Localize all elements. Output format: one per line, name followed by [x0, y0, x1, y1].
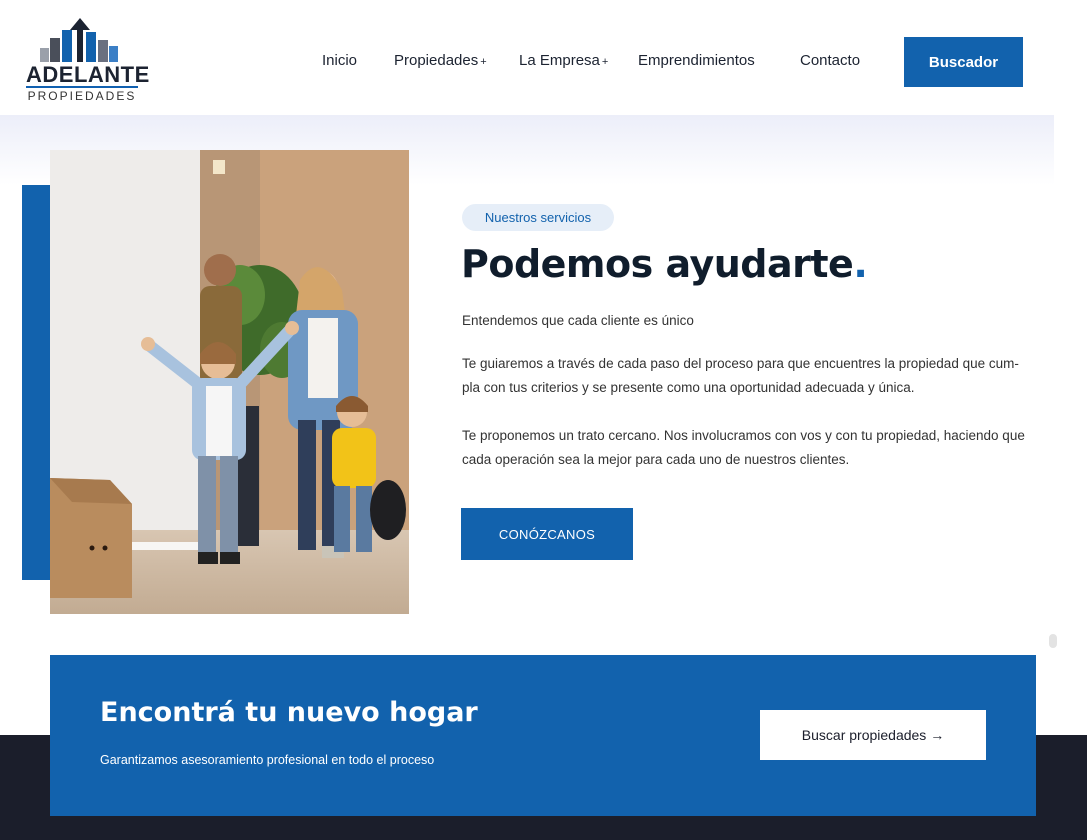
conozcanos-button[interactable]: CONÓZCANOS [461, 508, 633, 560]
scroll-indicator[interactable] [1049, 634, 1057, 648]
buildings-arrow-icon [40, 18, 118, 62]
family-illustration [50, 150, 409, 614]
paragraph-1-line-1: Te guiaremos a través de cada paso del p… [462, 356, 1019, 371]
site-logo[interactable]: ADELANTE PROPIEDADES [26, 18, 150, 106]
accent-bar [22, 185, 50, 580]
paragraph-2-line-2: cada operación sea la mejor para cada un… [462, 452, 850, 467]
buscar-propiedades-button[interactable]: Buscar propiedades → [760, 710, 986, 760]
nav-item-propiedades[interactable]: Propiedades + [394, 52, 487, 69]
title-accent-dot: . [853, 242, 868, 286]
page-title: Podemos ayudarte. [461, 242, 868, 286]
nav-item-label: Emprendimientos [638, 52, 755, 69]
paragraph-1-line-2: pla con tus criterios y se presente como… [462, 380, 915, 395]
intro-text: Entendemos que cada cliente es único [462, 313, 694, 328]
site-header: ADELANTE PROPIEDADES Inicio Propiedades +… [0, 0, 1087, 115]
cta-subtitle: Garantizamos asesoramiento profesional e… [100, 753, 435, 767]
nav-item-inicio[interactable]: Inicio [322, 52, 357, 69]
plus-icon: + [480, 56, 487, 68]
cta-title: Encontrá tu nuevo hogar [100, 697, 478, 728]
plus-icon: + [601, 56, 609, 68]
cta-banner: Encontrá tu nuevo hogar Garantizamos ase… [50, 655, 1036, 816]
nav-item-emprendimientos[interactable]: Emprendimientos [638, 52, 755, 69]
logo-wordmark: ADELANTE [26, 62, 150, 87]
nav-item-label: Propiedades [394, 52, 479, 69]
logo-divider [26, 86, 138, 88]
buscador-button[interactable]: Buscador [904, 37, 1023, 87]
nav-item-label: La Empresa [519, 52, 600, 69]
page-title-text: Podemos ayudarte [461, 242, 854, 286]
services-badge: Nuestros servicios [462, 204, 614, 231]
logo-subtitle: PROPIEDADES [27, 89, 137, 103]
nav-item-label: Contacto [800, 52, 861, 69]
family-moving-photo [50, 150, 409, 614]
paragraph-2-line-1: Te proponemos un trato cercano. Nos invo… [462, 428, 1025, 443]
nav-item-contacto[interactable]: Contacto [800, 52, 860, 69]
nav-item-la-empresa[interactable]: La Empresa + [519, 52, 608, 69]
nav-item-label: Inicio [322, 52, 358, 69]
